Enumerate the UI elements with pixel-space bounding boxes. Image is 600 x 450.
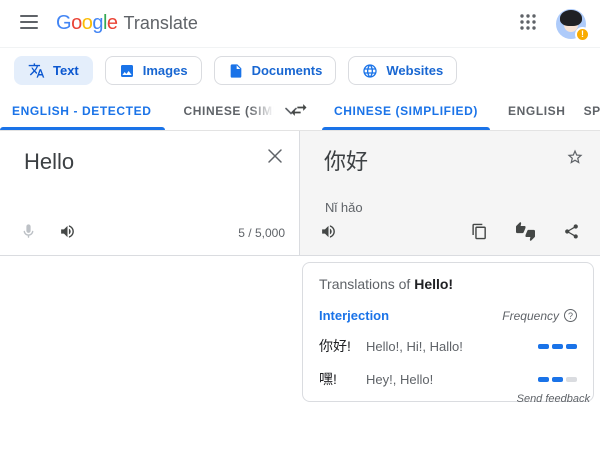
app-logo[interactable]: Google Translate — [56, 12, 198, 35]
translated-text: 你好 — [324, 148, 368, 177]
source-language-tabs: ENGLISH - DETECTED CHINESE (SIMPLIFIED) — [0, 91, 300, 130]
frequency-bars — [538, 377, 577, 382]
hamburger-icon — [20, 15, 38, 32]
save-translation-button[interactable] — [562, 144, 588, 173]
target-panel: 你好 Nǐ hǎo — [300, 131, 600, 255]
part-of-speech[interactable]: Interjection — [319, 308, 389, 323]
translation-gloss: Hey!, Hello! — [366, 372, 433, 387]
menu-button[interactable] — [16, 11, 42, 36]
definitions-header: Interjection Frequency ? — [319, 308, 577, 323]
thumbs-up-down-icon — [516, 222, 535, 244]
translation-row[interactable]: 嘿! Hey!, Hello! — [319, 369, 577, 389]
source-panel: Hello 5 / 5,000 — [0, 131, 300, 255]
copy-icon — [471, 223, 488, 243]
translate-icon — [28, 62, 45, 79]
image-icon — [119, 63, 135, 79]
language-bar: ENGLISH - DETECTED CHINESE (SIMPLIFIED) … — [0, 91, 600, 131]
mode-tabs: Text Images Documents Websites — [0, 48, 600, 91]
translations-card: Translations of Hello! Interjection Freq… — [302, 262, 594, 402]
source-lang-label: CHINESE (SIMPLIFIED) — [183, 104, 277, 118]
card-title-prefix: Translations of — [319, 276, 410, 292]
apps-grid-icon — [520, 14, 536, 33]
swap-languages-button[interactable] — [285, 97, 313, 125]
card-title: Translations of Hello! — [319, 276, 577, 292]
tab-text-label: Text — [53, 63, 79, 78]
account-avatar[interactable]: ! — [556, 9, 586, 39]
tab-images[interactable]: Images — [105, 56, 202, 85]
tab-images-label: Images — [143, 63, 188, 78]
google-apps-button[interactable] — [516, 10, 540, 37]
target-lang-label: CHINESE (SIMPLIFIED) — [334, 104, 478, 118]
translation-term: 你好! — [319, 336, 366, 356]
listen-translation-button[interactable] — [314, 217, 343, 249]
frequency-bars — [538, 344, 577, 349]
microphone-icon — [20, 223, 37, 243]
listen-source-button[interactable] — [53, 217, 82, 249]
translate-panels: Hello 5 / 5,000 — [0, 131, 600, 256]
google-logo: Google — [56, 12, 118, 35]
target-lang-tab-spanish[interactable]: SPANISH — [584, 91, 600, 130]
copy-translation-button[interactable] — [465, 217, 494, 249]
source-lang-label: ENGLISH - DETECTED — [12, 104, 151, 118]
frequency-help-icon[interactable]: ? — [564, 309, 577, 322]
target-lang-tab-english[interactable]: ENGLISH — [508, 91, 566, 130]
translation-gloss: Hello!, Hi!, Hallo! — [366, 339, 463, 354]
globe-icon — [362, 63, 378, 79]
source-toolbar: 5 / 5,000 — [0, 211, 299, 255]
character-count: 5 / 5,000 — [238, 226, 285, 240]
app-header: Google Translate ! — [0, 0, 600, 48]
star-outline-icon — [566, 154, 584, 169]
share-icon — [563, 223, 580, 243]
target-language-tabs: CHINESE (SIMPLIFIED) ENGLISH SPANISH — [300, 91, 600, 130]
voice-input-button[interactable] — [14, 217, 43, 249]
source-text-input[interactable]: Hello — [24, 148, 74, 177]
tab-websites-label: Websites — [386, 63, 443, 78]
tab-documents-label: Documents — [252, 63, 323, 78]
target-lang-label: SPANISH — [584, 104, 600, 118]
document-icon — [228, 63, 244, 79]
frequency-header: Frequency ? — [502, 309, 577, 323]
close-icon — [267, 152, 283, 167]
swap-arrows-icon — [289, 100, 309, 123]
speaker-icon — [320, 223, 337, 243]
product-name: Translate — [124, 13, 198, 34]
frequency-label: Frequency — [502, 309, 559, 323]
notification-badge: ! — [575, 27, 590, 42]
target-lang-tab-chinese-simplified[interactable]: CHINESE (SIMPLIFIED) — [322, 91, 490, 130]
translation-row[interactable]: 你好! Hello!, Hi!, Hallo! — [319, 336, 577, 356]
google-translate-app: Google Translate ! Text Image — [0, 0, 600, 450]
tab-websites[interactable]: Websites — [348, 56, 457, 85]
source-lang-tab-chinese[interactable]: CHINESE (SIMPLIFIED) — [183, 91, 277, 130]
card-title-word: Hello! — [414, 276, 453, 292]
target-toolbar — [300, 211, 600, 255]
speaker-icon — [59, 223, 76, 243]
source-lang-tab-english-detected[interactable]: ENGLISH - DETECTED — [0, 91, 165, 130]
share-translation-button[interactable] — [557, 217, 586, 249]
clear-source-text-button[interactable] — [263, 144, 287, 171]
target-lang-label: ENGLISH — [508, 104, 566, 118]
tab-documents[interactable]: Documents — [214, 56, 337, 85]
tab-text[interactable]: Text — [14, 56, 93, 85]
translation-term: 嘿! — [319, 369, 366, 389]
send-feedback-link[interactable]: Send feedback — [517, 393, 590, 405]
rate-translation-button[interactable] — [510, 216, 541, 250]
